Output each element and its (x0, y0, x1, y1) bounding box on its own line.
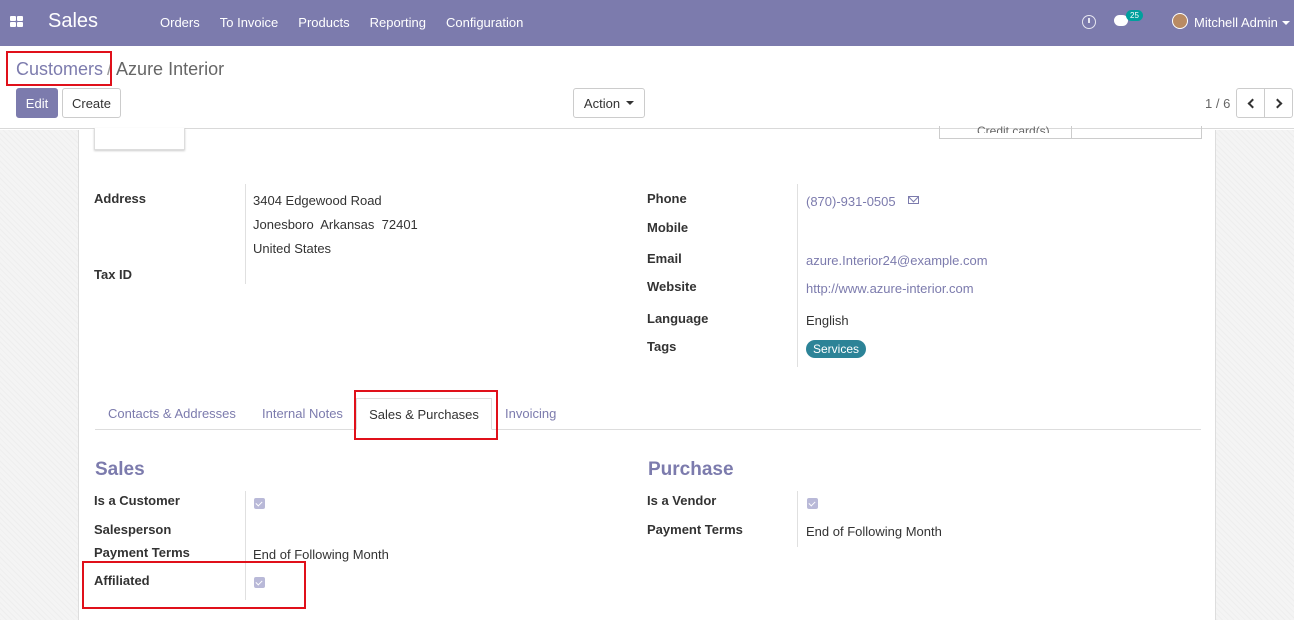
sms-envelope-icon[interactable] (908, 196, 919, 204)
chevron-left-icon (1247, 98, 1257, 108)
sales-section-title: Sales (95, 459, 145, 480)
sales-payment-terms-label: Payment Terms (94, 545, 190, 560)
purchase-payment-terms-label: Payment Terms (647, 522, 743, 537)
email-label: Email (647, 251, 682, 266)
tag-badge[interactable]: Services (806, 340, 867, 358)
edit-button[interactable]: Edit (16, 88, 58, 118)
field-divider (797, 184, 798, 367)
affiliated-label: Affiliated (94, 573, 150, 588)
breadcrumb-customers[interactable]: Customers (16, 59, 103, 79)
is-customer-label: Is a Customer (94, 493, 180, 508)
pager-previous-button[interactable] (1236, 88, 1265, 118)
partner-image[interactable] (94, 128, 185, 150)
breadcrumb-separator: / (107, 59, 113, 79)
menu-products[interactable]: Products (298, 15, 349, 30)
chevron-right-icon (1272, 98, 1282, 108)
menu-reporting[interactable]: Reporting (370, 15, 426, 30)
user-avatar[interactable] (1172, 13, 1188, 29)
activity-clock-icon[interactable] (1082, 15, 1096, 29)
menu-to-invoice[interactable]: To Invoice (220, 15, 279, 30)
top-navbar: Sales Orders To Invoice Products Reporti… (0, 0, 1294, 46)
language-value: English (806, 313, 849, 328)
address-country: United States (253, 241, 332, 256)
tags-label: Tags (647, 339, 677, 354)
smart-button-divider (1071, 126, 1072, 138)
field-divider (245, 491, 246, 600)
credit-card-smart-button[interactable]: Credit card(s) (977, 121, 1050, 133)
phone-link[interactable]: (870)-931-0505 (806, 194, 896, 209)
menu-orders[interactable]: Orders (160, 15, 200, 30)
menu-configuration[interactable]: Configuration (446, 15, 523, 30)
breadcrumb: Customers / Azure Interior (16, 59, 224, 80)
action-dropdown-button[interactable]: Action (573, 88, 645, 118)
chat-count-badge: 25 (1126, 10, 1143, 21)
purchase-section-title: Purchase (648, 459, 734, 480)
address-street: 3404 Edgewood Road (253, 193, 382, 208)
create-button[interactable]: Create (62, 88, 121, 118)
tab-sales-purchases[interactable]: Sales & Purchases (356, 398, 492, 430)
is-vendor-checkbox[interactable] (807, 498, 818, 509)
main-menu: Orders To Invoice Products Reporting Con… (160, 15, 543, 30)
caret-down-icon (626, 101, 635, 105)
address-city: Jonesboro Arkansas 72401 (253, 217, 418, 232)
website-link[interactable]: http://www.azure-interior.com (806, 281, 974, 296)
tab-invoicing[interactable]: Invoicing (505, 406, 556, 421)
user-menu-name[interactable]: Mitchell Admin (1194, 15, 1278, 30)
user-caret-icon[interactable] (1282, 21, 1290, 25)
form-sheet: Credit card(s) Address 3404 Edgewood Roa… (78, 124, 1216, 620)
purchase-payment-terms-value[interactable]: End of Following Month (806, 524, 942, 539)
language-label: Language (647, 311, 709, 326)
tab-contacts-addresses[interactable]: Contacts & Addresses (108, 406, 236, 421)
breadcrumb-current: Azure Interior (116, 59, 225, 79)
website-label: Website (647, 279, 697, 294)
tabs-border (95, 429, 1201, 430)
pager-next-button[interactable] (1264, 88, 1293, 118)
control-panel: Customers / Azure Interior Edit Create Act… (0, 46, 1294, 129)
salesperson-label: Salesperson (94, 522, 172, 537)
action-label: Action (583, 95, 621, 111)
phone-label: Phone (647, 191, 687, 206)
is-vendor-label: Is a Vendor (647, 493, 717, 508)
email-link[interactable]: azure.Interior24@example.com (806, 253, 988, 268)
is-customer-checkbox[interactable] (254, 498, 265, 509)
app-brand[interactable]: Sales (48, 10, 98, 33)
apps-grid-icon[interactable] (10, 16, 24, 28)
smart-buttons: Credit card(s) (939, 124, 1202, 139)
address-label: Address (94, 191, 147, 206)
mobile-label: Mobile (647, 220, 689, 235)
field-divider (245, 184, 246, 284)
field-divider (797, 491, 798, 547)
affiliated-checkbox[interactable] (254, 577, 265, 588)
pager-value[interactable]: 1 / 6 (1205, 96, 1230, 111)
sales-payment-terms-value[interactable]: End of Following Month (253, 547, 389, 562)
tax-id-label: Tax ID (94, 267, 133, 282)
tab-internal-notes[interactable]: Internal Notes (262, 406, 343, 421)
